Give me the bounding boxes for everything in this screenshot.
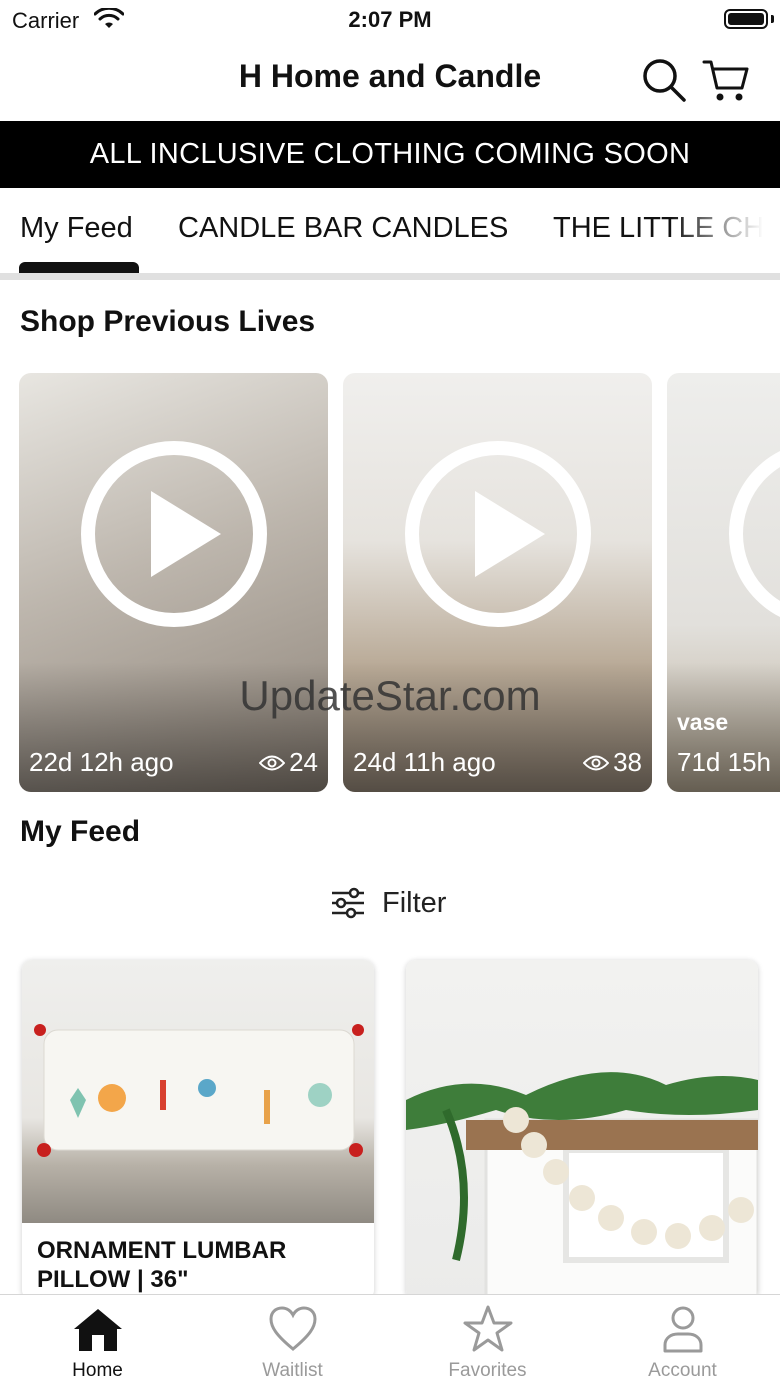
product-image[interactable]	[406, 960, 758, 1300]
live-video-card[interactable]: vase 71d 15h	[667, 373, 780, 792]
previous-lives-carousel[interactable]: 22d 12h ago 24 24d 11h ago 38 vase 71d 1…	[0, 373, 780, 793]
product-image[interactable]	[22, 960, 374, 1223]
battery-tip	[771, 15, 774, 23]
play-icon[interactable]	[727, 439, 780, 629]
live-view-count: 24	[259, 747, 318, 778]
previous-lives-title: Shop Previous Lives	[20, 305, 316, 338]
live-video-card[interactable]: 24d 11h ago 38	[343, 373, 652, 792]
category-tabs: My Feed CANDLE BAR CANDLES THE LITTLE CH	[0, 188, 780, 280]
battery-icon	[724, 9, 768, 29]
filter-sliders-icon	[332, 887, 364, 919]
star-icon	[463, 1305, 512, 1352]
search-icon[interactable]	[640, 56, 688, 104]
tabs-fade	[670, 188, 780, 274]
heart-icon	[268, 1306, 317, 1351]
eye-icon	[259, 755, 286, 770]
live-time-ago: 71d 15h	[677, 747, 771, 777]
tabbar-waitlist[interactable]: Waitlist	[195, 1295, 390, 1387]
views-count: 38	[613, 747, 642, 777]
live-time-ago: 22d 12h ago	[29, 747, 174, 777]
cart-icon[interactable]	[702, 56, 750, 104]
live-view-count: 38	[583, 747, 642, 778]
my-feed-title: My Feed	[20, 815, 141, 848]
bottom-tab-bar: Home Waitlist Favorites Account	[0, 1294, 780, 1387]
product-card[interactable]	[406, 960, 758, 1300]
eye-icon	[583, 755, 610, 770]
play-icon[interactable]	[403, 439, 593, 629]
product-name[interactable]: ORNAMENT LUMBAR PILLOW | 36"	[37, 1236, 357, 1294]
tabs-divider	[0, 273, 780, 280]
tab-my-feed[interactable]: My Feed	[20, 212, 133, 245]
tabbar-favorites[interactable]: Favorites	[390, 1295, 585, 1387]
app-header: H Home and Candle	[0, 40, 780, 121]
tabbar-account[interactable]: Account	[585, 1295, 780, 1387]
views-count: 24	[289, 747, 318, 777]
garland-illustration	[406, 1072, 758, 1300]
home-icon	[73, 1309, 122, 1351]
live-video-card[interactable]: 22d 12h ago 24	[19, 373, 328, 792]
pillow-illustration	[34, 1024, 364, 1157]
product-card[interactable]: ORNAMENT LUMBAR PILLOW | 36"	[22, 960, 374, 1300]
filter-label: Filter	[382, 886, 447, 919]
tabbar-label: Favorites	[448, 1360, 527, 1381]
tab-candle-bar-candles[interactable]: CANDLE BAR CANDLES	[178, 212, 508, 245]
clock: 2:07 PM	[348, 7, 432, 32]
tabbar-label: Waitlist	[262, 1360, 323, 1381]
play-icon[interactable]	[79, 439, 269, 629]
tabbar-home[interactable]: Home	[0, 1295, 195, 1387]
tabbar-label: Home	[72, 1360, 123, 1381]
status-bar: Carrier 2:07 PM	[0, 0, 780, 40]
filter-button[interactable]: Filter	[330, 886, 446, 920]
watermark: UpdateStar.com	[239, 672, 541, 719]
tabbar-label: Account	[648, 1360, 717, 1381]
live-time-ago: 24d 11h ago	[353, 747, 496, 777]
announcement-banner: ALL INCLUSIVE CLOTHING COMING SOON	[0, 121, 780, 188]
person-icon	[663, 1306, 702, 1353]
